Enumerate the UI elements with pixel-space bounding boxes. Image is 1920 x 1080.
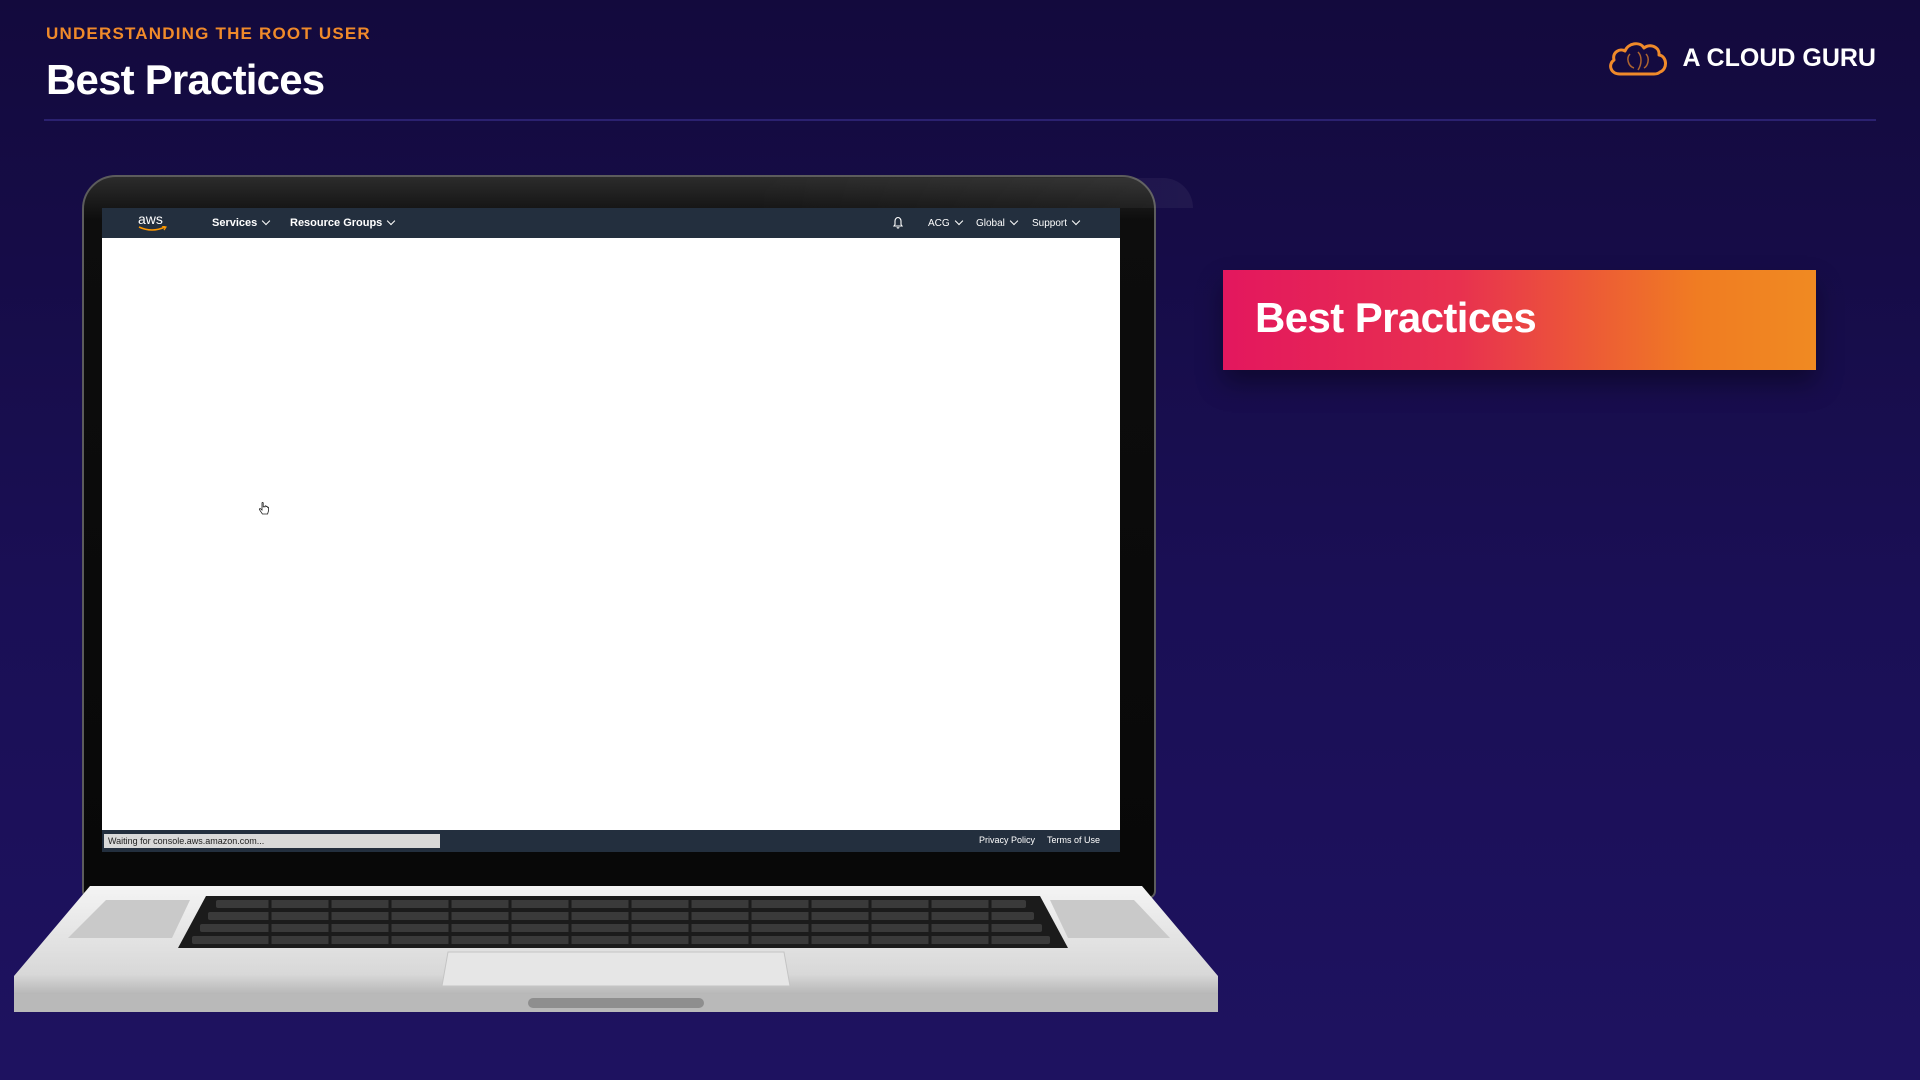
privacy-policy-link[interactable]: Privacy Policy [979,835,1035,845]
account-label: ACG [928,217,950,229]
chevron-down-icon [262,216,271,226]
laptop-mockup: aws Services Resource Groups ACG Global … [10,174,1222,1022]
resource-groups-label: Resource Groups [290,217,383,229]
brand-name: A CLOUD GURU [1682,43,1876,72]
aws-logo[interactable]: aws [138,212,172,234]
callout-label: Best Practices [1255,294,1537,341]
chevron-down-icon [954,216,963,226]
chevron-down-icon [387,216,396,226]
header-divider [44,119,1876,121]
aws-logo-text: aws [138,211,163,227]
best-practices-callout: Best Practices [1223,270,1816,370]
resource-groups-menu[interactable]: Resource Groups [290,208,396,238]
support-label: Support [1032,217,1068,229]
hand-cursor-icon [258,502,269,515]
lid-glare [745,178,1193,208]
chevron-down-icon [1009,216,1019,226]
aws-smile-icon [138,226,167,231]
chevron-down-icon [1071,216,1081,226]
aws-console-screen: aws Services Resource Groups ACG Global … [102,208,1120,852]
laptop-base [14,886,1218,1012]
cloud-brain-icon [1609,42,1668,76]
region-label: Global [976,217,1005,229]
region-menu[interactable]: Global [976,208,1019,238]
support-menu[interactable]: Support [1032,208,1081,238]
console-content-area [102,238,1120,830]
aws-top-nav: aws Services Resource Groups ACG Global … [102,208,1120,238]
page-title: Best Practices [46,56,325,103]
terms-of-use-link[interactable]: Terms of Use [1047,835,1100,845]
brand-logo: A CLOUD GURU [1606,38,1876,78]
browser-status-bar: Waiting for console.aws.amazon.com... [104,834,440,848]
services-label: Services [212,217,258,229]
bell-icon[interactable] [892,216,904,229]
aws-footer: Waiting for console.aws.amazon.com... Pr… [102,830,1120,852]
section-eyebrow: UNDERSTANDING THE ROOT USER [46,24,371,43]
services-menu[interactable]: Services [212,208,271,238]
account-menu[interactable]: ACG [928,208,963,238]
